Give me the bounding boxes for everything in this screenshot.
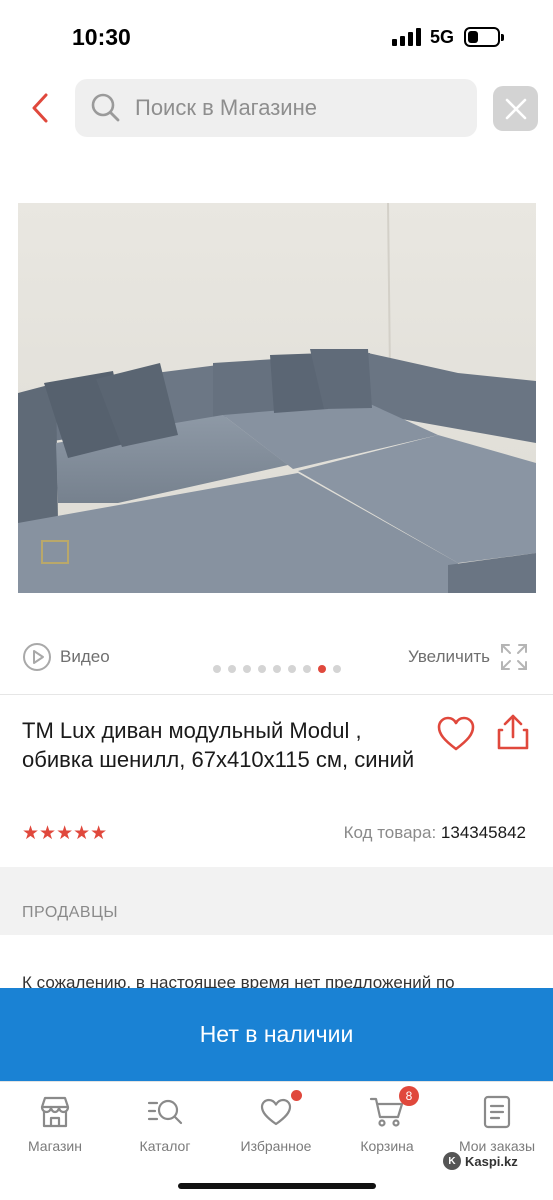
watermark-text: Kaspi.kz [465,1153,518,1169]
expand-icon [501,644,527,670]
nav-item-favorites[interactable]: Избранное [226,1090,326,1154]
divider [0,694,553,695]
favorite-button[interactable] [436,714,476,754]
nav-label: Корзина [360,1138,414,1154]
pagination-dot[interactable] [243,665,251,673]
sellers-header-band [0,867,553,935]
kaspi-logo-icon: K [443,1152,461,1170]
chevron-left-icon [32,93,48,123]
search-icon [91,93,120,122]
cart-badge: 8 [399,1086,419,1106]
nav-label: Магазин [27,1138,82,1154]
share-icon [497,714,529,750]
back-button[interactable] [20,86,60,130]
catalog-icon [147,1099,183,1125]
gallery-pagination [213,665,341,673]
sellers-title: ПРОДАВЦЫ [22,904,119,921]
play-icon [23,643,51,671]
search-box[interactable] [75,79,477,137]
pagination-dot[interactable] [228,665,236,673]
zoom-label: Увеличить [408,647,490,666]
battery-icon [464,27,504,47]
close-icon [505,98,526,119]
kaspi-watermark: K Kaspi.kz [443,1152,518,1170]
signal-icon [392,28,422,46]
network-type: 5G [430,27,455,47]
pagination-dot[interactable] [273,665,281,673]
product-sku: Код товара: 134345842 [344,823,526,843]
home-indicator[interactable] [178,1183,376,1189]
nav-item-cart[interactable]: 8 Корзина [337,1086,437,1154]
heart-icon [437,716,475,751]
share-button[interactable] [496,713,530,751]
heart-icon [260,1098,292,1126]
search-input[interactable] [135,95,455,121]
product-image[interactable] [18,203,536,593]
out-of-stock-button[interactable]: Нет в наличии [0,988,553,1081]
pagination-dot[interactable] [213,665,221,673]
nav-item-catalog[interactable]: Каталог [115,1094,215,1154]
nav-item-store[interactable]: Магазин [5,1094,105,1154]
zoom-button[interactable]: Увеличить [408,643,528,671]
pagination-dot[interactable] [303,665,311,673]
rating-stars: ★★★★★ [22,823,108,844]
orders-icon [483,1095,511,1129]
video-label: Видео [60,647,110,666]
sku-value: 134345842 [440,823,526,842]
video-button[interactable]: Видео [22,642,110,672]
pagination-dot[interactable] [318,665,326,673]
product-title: TM Lux диван модульный Modul , обивка ше… [22,718,415,772]
status-bar: 10:30 5G [0,0,553,70]
store-icon [40,1096,70,1128]
sku-label: Код товара: [343,823,437,842]
pagination-dot[interactable] [258,665,266,673]
pagination-dot[interactable] [333,665,341,673]
nav-label: Избранное [240,1138,312,1154]
status-time: 10:30 [72,24,131,50]
nav-item-orders[interactable]: Мои заказы [447,1094,547,1154]
favorites-badge [291,1090,302,1101]
clear-search-button[interactable] [493,86,538,131]
nav-label: Каталог [139,1138,191,1154]
pagination-dot[interactable] [288,665,296,673]
